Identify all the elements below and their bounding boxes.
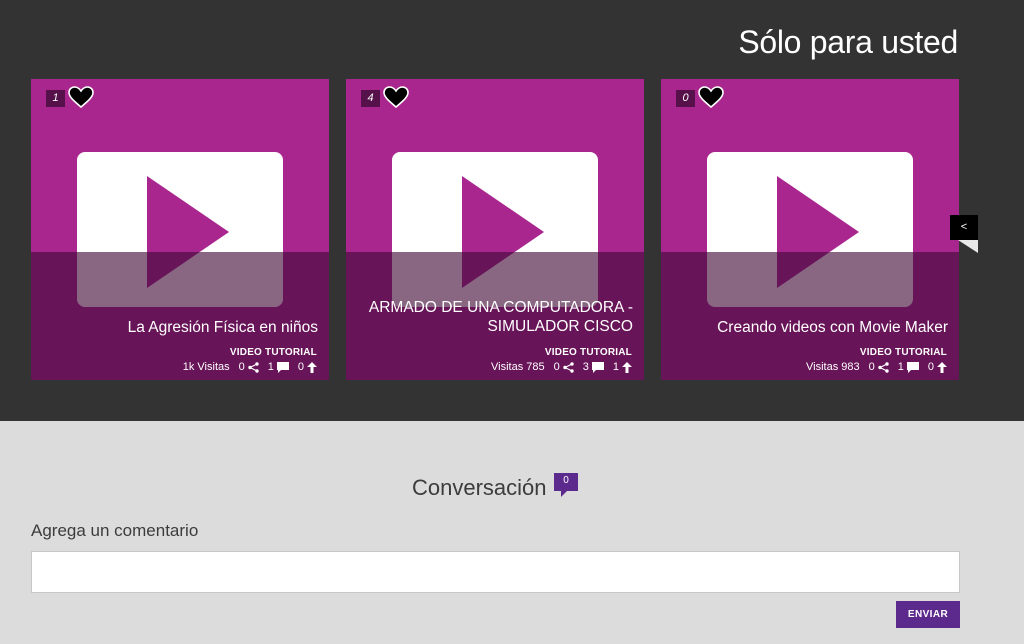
comment-count: 3: [582, 361, 589, 373]
video-type: VIDEO TUTORIAL: [859, 347, 947, 358]
share-icon: [248, 361, 259, 373]
comment-icon: [276, 361, 289, 373]
comment-input[interactable]: [31, 551, 960, 593]
comment-count: 1: [267, 361, 274, 373]
video-stats: Visitas 983 0 1 0: [806, 361, 947, 373]
share-count: 0: [553, 361, 560, 373]
send-button[interactable]: ENVIAR: [896, 601, 960, 628]
arrow-up-icon: [937, 361, 947, 373]
comment-label: Agrega un comentario: [31, 521, 199, 540]
share-icon: [563, 361, 574, 373]
comment-stat[interactable]: 3: [583, 361, 604, 373]
like-count-badge: 1: [46, 90, 65, 107]
comment-icon: [906, 361, 919, 373]
share-count: 0: [868, 361, 875, 373]
carousel-prev-button[interactable]: <: [950, 215, 978, 240]
video-stats: 1k Visitas 0 1 0: [183, 361, 317, 373]
vote-count: 0: [927, 361, 934, 373]
arrow-up-icon: [307, 361, 317, 373]
heart-icon[interactable]: [383, 86, 409, 108]
video-stats: Visitas 785 0 3 1: [491, 361, 632, 373]
video-title[interactable]: Creando videos con Movie Maker: [669, 318, 948, 337]
visits-count: Visitas 983: [806, 361, 860, 373]
arrow-up-icon: [622, 361, 632, 373]
comment-count: 1: [897, 361, 904, 373]
comment-stat[interactable]: 1: [898, 361, 919, 373]
video-title[interactable]: ARMADO DE UNA COMPUTADORA - SIMULADOR CI…: [354, 298, 633, 336]
video-type: VIDEO TUTORIAL: [229, 347, 317, 358]
share-count: 0: [238, 361, 245, 373]
like-count-badge: 0: [676, 90, 695, 107]
visits-count: 1k Visitas: [182, 361, 230, 373]
share-stat[interactable]: 0: [554, 361, 574, 373]
video-type: VIDEO TUTORIAL: [544, 347, 632, 358]
like-count-badge: 4: [361, 90, 380, 107]
video-card[interactable]: 1 La Agresión Física en niños VIDEO TUTO…: [31, 79, 329, 380]
heart-icon[interactable]: [68, 86, 94, 108]
vote-stat[interactable]: 0: [298, 361, 317, 373]
heart-icon[interactable]: [698, 86, 724, 108]
comment-stat[interactable]: 1: [268, 361, 289, 373]
comment-icon: [591, 361, 604, 373]
video-title-line: SIMULADOR CISCO: [487, 318, 633, 335]
featured-section: Sólo para usted 1 La Agresión Física en …: [0, 0, 1024, 421]
vote-stat[interactable]: 1: [613, 361, 632, 373]
video-title-line: ARMADO DE UNA COMPUTADORA -: [368, 299, 633, 316]
visits-count: Visitas 785: [491, 361, 545, 373]
video-title[interactable]: La Agresión Física en niños: [39, 318, 318, 337]
conversation-title: Conversación: [412, 475, 547, 500]
comment-bubble-icon: [561, 491, 567, 497]
video-card[interactable]: 0 Creando videos con Movie Maker VIDEO T…: [661, 79, 959, 380]
share-icon: [878, 361, 889, 373]
share-stat[interactable]: 0: [239, 361, 259, 373]
vote-count: 1: [612, 361, 619, 373]
section-title: Sólo para usted: [738, 24, 958, 60]
vote-stat[interactable]: 0: [928, 361, 947, 373]
vote-count: 0: [297, 361, 304, 373]
carousel-corner: [958, 240, 978, 253]
share-stat[interactable]: 0: [869, 361, 889, 373]
conversation-count-badge: 0: [554, 473, 578, 491]
video-card[interactable]: 4 ARMADO DE UNA COMPUTADORA - SIMULADOR …: [346, 79, 644, 380]
